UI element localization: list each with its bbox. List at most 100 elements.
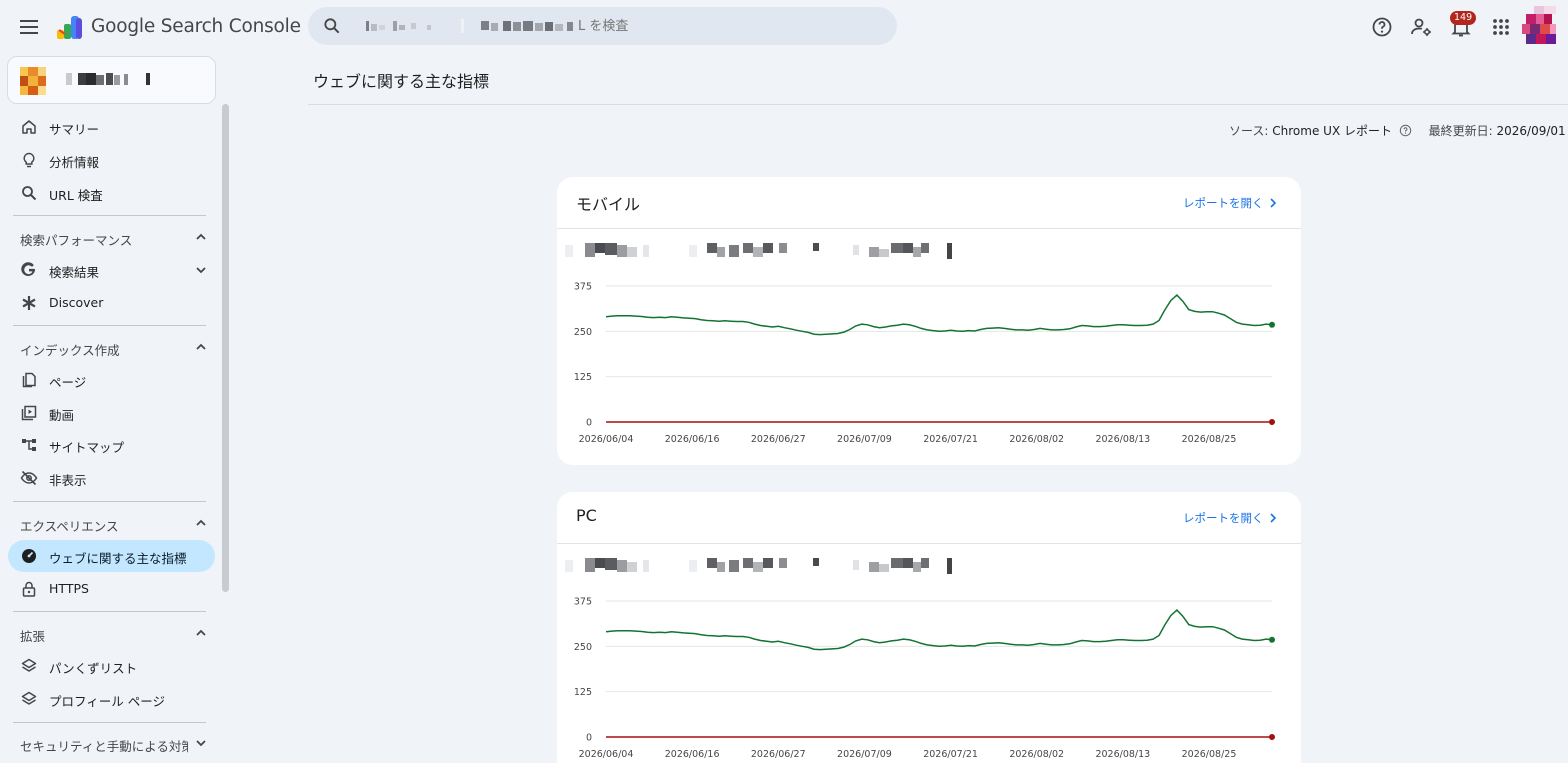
section-indexing[interactable]: インデックス作成 (8, 333, 215, 361)
notification-count-badge[interactable]: 149 (1450, 11, 1477, 25)
menu-icon[interactable] (17, 15, 41, 39)
pc-report-card: PC レポートを開く 0 125 250 375 2026/06/04 2026/06/1… (557, 492, 1301, 763)
open-report-link[interactable]: レポートを開く (1183, 510, 1279, 526)
redacted-legend-counts (565, 243, 952, 259)
section-label: 拡張 (20, 629, 46, 644)
chevron-right-icon (1269, 198, 1276, 208)
card-title: PC (576, 506, 597, 525)
section-search-performance[interactable]: 検索パフォーマンス (8, 223, 215, 251)
video-icon (21, 405, 37, 421)
asterisk-icon (22, 296, 36, 310)
y-tick-label: 250 (574, 642, 592, 653)
sidebar-item-removals[interactable]: 非表示 (8, 462, 215, 494)
lock-icon (22, 581, 36, 597)
sidebar-item-insights[interactable]: 分析情報 (8, 144, 215, 176)
sidebar-item-summary[interactable]: サマリー (8, 111, 215, 143)
sidebar-item-breadcrumbs[interactable]: パンくずリスト (8, 650, 215, 682)
mobile-trend-chart: 0 125 250 375 2026/06/04 2026/06/16 2026/06/27… (574, 282, 1275, 445)
sidebar-item-videos[interactable]: 動画 (8, 397, 215, 429)
lightbulb-icon (23, 152, 35, 168)
sidebar-item-pages[interactable]: ページ (8, 364, 215, 396)
sidebar-item-label: サイトマップ (49, 440, 125, 455)
card-divider (557, 228, 1301, 229)
sidebar-item-label: 検索結果 (49, 265, 100, 280)
url-inspection-search-bar[interactable] (308, 7, 897, 45)
home-icon (22, 120, 36, 134)
sidebar-item-https[interactable]: HTTPS (8, 573, 215, 605)
search-icon (22, 186, 37, 201)
property-favicon (20, 67, 46, 95)
sidebar-item-label: パンくずリスト (49, 661, 138, 676)
section-security-manual-actions[interactable]: セキュリティと手動による対策 (8, 729, 215, 757)
y-tick-label: 375 (574, 597, 592, 608)
last-updated-label: 最終更新日: (1428, 124, 1493, 138)
open-report-link[interactable]: レポートを開く (1183, 195, 1279, 211)
open-report-label: レポートを開く (1183, 511, 1264, 525)
sidebar-item-label: HTTPS (49, 581, 89, 596)
y-tick-label: 375 (574, 282, 592, 293)
chevron-up-icon (196, 233, 206, 240)
x-tick-label: 2026/06/04 (579, 749, 634, 760)
property-selector[interactable] (7, 56, 216, 104)
last-updated-value: 2026/09/01 (1496, 124, 1566, 138)
x-tick-label: 2026/07/09 (837, 434, 892, 445)
x-tick-label: 2026/06/16 (665, 434, 720, 445)
help-icon[interactable] (1370, 15, 1394, 39)
x-tick-label: 2026/08/02 (1009, 749, 1064, 760)
sidebar-scrollbar[interactable] (222, 104, 229, 592)
x-tick-label: 2026/06/04 (579, 434, 634, 445)
sidebar-item-sitemaps[interactable]: サイトマップ (8, 429, 215, 461)
sidebar-item-discover[interactable]: Discover (8, 287, 215, 319)
apps-grid-icon[interactable] (1489, 15, 1513, 39)
product-name[interactable]: Google Search Console (91, 16, 301, 37)
sidebar-item-label: 非表示 (49, 473, 87, 488)
sidebar-item-label: Discover (49, 295, 104, 310)
title-divider (308, 104, 1568, 105)
sidebar-divider (13, 501, 206, 502)
help-icon[interactable] (1399, 124, 1412, 137)
sidebar-divider (13, 325, 206, 326)
x-tick-label: 2026/08/25 (1182, 434, 1237, 445)
sidebar-divider (13, 611, 206, 612)
sidebar-nav: サマリー 分析情報 URL 検査 検索パフォーマンス 検索結果 Discover (0, 54, 232, 763)
sidebar-item-label: ページ (49, 375, 87, 390)
section-experience[interactable]: エクスペリエンス (8, 509, 215, 537)
x-tick-label: 2026/07/21 (923, 749, 978, 760)
y-tick-label: 125 (574, 372, 592, 383)
sidebar-item-label: ウェブに関する主な指標 (49, 551, 187, 566)
y-tick-label: 0 (586, 733, 592, 744)
x-tick-label: 2026/08/02 (1009, 434, 1064, 445)
y-tick-label: 0 (586, 418, 592, 429)
search-icon[interactable] (322, 16, 342, 36)
sidebar-item-profile-page[interactable]: プロフィール ページ (8, 683, 215, 715)
redacted-property-name (66, 73, 150, 85)
redacted-property-url (366, 19, 573, 33)
source-label: ソース: (1229, 124, 1269, 138)
pc-trend-chart: 0 125 250 375 2026/06/04 2026/06/16 2026/06/27… (574, 597, 1275, 760)
layers-icon (21, 691, 37, 705)
chevron-down-icon (196, 740, 206, 747)
section-enhancements[interactable]: 拡張 (8, 619, 215, 647)
report-source-info: ソース: Chrome UX レポート 最終更新日: 2026/09/01 (1229, 122, 1566, 139)
x-tick-label: 2026/06/27 (751, 434, 806, 445)
chevron-down-icon[interactable] (194, 263, 208, 277)
sitemap-icon (22, 439, 36, 451)
speedometer-icon (22, 549, 36, 563)
x-tick-label: 2026/06/27 (751, 749, 806, 760)
sidebar-item-search-results[interactable]: 検索結果 (8, 254, 215, 286)
sidebar-item-label: 動画 (49, 408, 75, 423)
sidebar-item-core-web-vitals[interactable]: ウェブに関する主な指標 (8, 540, 215, 572)
account-avatar[interactable] (1522, 6, 1556, 44)
series-endpoint (1269, 321, 1275, 328)
manage-users-icon[interactable] (1409, 15, 1433, 39)
top-app-bar: Google Search Console 149 (0, 0, 1568, 54)
layers-icon (21, 658, 37, 672)
sidebar-item-url-inspection[interactable]: URL 検査 (8, 177, 215, 209)
chevron-up-icon (196, 629, 206, 636)
search-input[interactable] (578, 16, 878, 36)
eye-off-icon (20, 470, 38, 486)
sidebar-divider (13, 722, 206, 723)
series-endpoint (1269, 636, 1275, 643)
page-title: ウェブに関する主な指標 (313, 72, 490, 91)
mobile-report-card: モバイル レポートを開く 0 125 250 375 2026/06/04 2026/06… (557, 177, 1301, 465)
